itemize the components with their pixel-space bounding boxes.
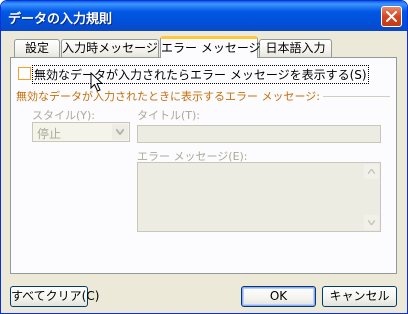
title-label: タイトル(T):	[137, 109, 201, 122]
tab-settings[interactable]: 設定	[14, 39, 60, 57]
tab-japanese-input[interactable]: 日本語入力	[259, 39, 332, 57]
dropdown-arrow-icon	[116, 129, 124, 135]
scroll-down-button[interactable]	[364, 215, 379, 230]
ok-button[interactable]: OK	[241, 286, 316, 307]
cancel-label: キャンセル	[329, 289, 390, 303]
show-error-checkbox-label[interactable]: 無効なデータが入力されたらエラー メッセージを表示する(S)	[32, 65, 369, 84]
cancel-button[interactable]: キャンセル	[322, 286, 397, 307]
tab-label: エラー メッセージ	[161, 41, 261, 55]
mouse-cursor-icon	[90, 72, 104, 92]
clear-all-label: すべてクリア(C)	[11, 289, 100, 303]
tab-input-message[interactable]: 入力時メッセージ	[61, 39, 159, 57]
show-error-checkbox[interactable]	[18, 67, 31, 80]
ok-label: OK	[269, 289, 288, 303]
error-group-label: 無効なデータが入力されたときに表示するエラー メッセージ:	[16, 88, 323, 104]
title-input[interactable]	[137, 125, 381, 143]
style-label: スタイル(Y):	[32, 109, 96, 122]
window-title: データの入力規則	[8, 12, 113, 27]
tab-error-message[interactable]: エラー メッセージ	[160, 36, 261, 58]
tab-label: 設定	[24, 41, 49, 55]
scroll-down-icon	[368, 220, 375, 225]
scroll-up-button[interactable]	[364, 164, 379, 179]
close-button[interactable]	[381, 6, 402, 27]
close-icon	[386, 11, 397, 22]
scroll-up-icon	[368, 169, 375, 174]
style-dropdown-button[interactable]	[112, 124, 128, 140]
tab-label: 日本語入力	[265, 41, 326, 55]
error-message-input[interactable]	[137, 162, 381, 232]
style-select-value: 停止	[37, 127, 62, 141]
tab-label: 入力時メッセージ	[62, 41, 158, 55]
clear-all-button[interactable]: すべてクリア(C)	[10, 286, 99, 307]
title-bar[interactable]: データの入力規則	[1, 1, 407, 31]
style-select[interactable]: 停止	[32, 122, 130, 142]
